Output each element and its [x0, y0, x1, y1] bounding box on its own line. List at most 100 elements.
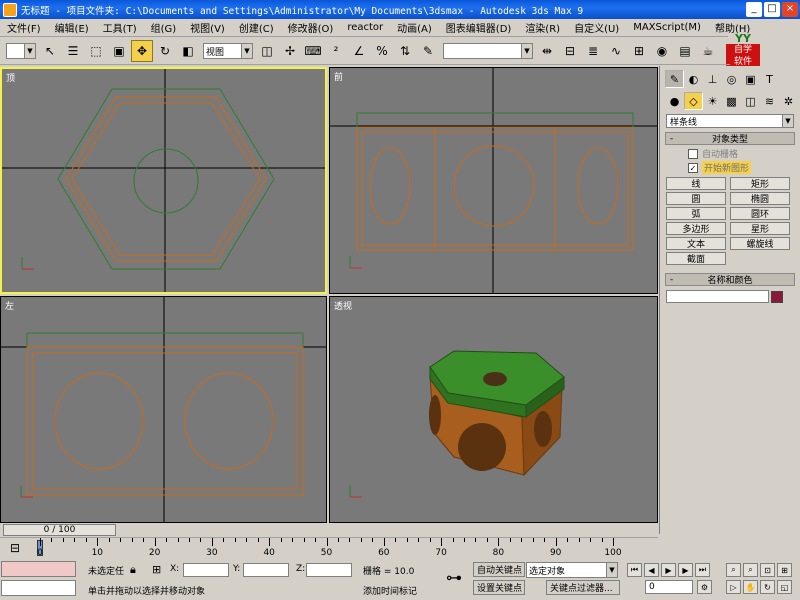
shape-type-dropdown[interactable]: 样条线 ▼	[666, 114, 794, 128]
window-crossing-icon[interactable]: ▣	[108, 40, 130, 62]
snaps-toggle-icon[interactable]: ²	[325, 40, 347, 62]
circle-button[interactable]: 圆	[666, 192, 726, 205]
app-icon[interactable]	[3, 2, 17, 17]
schematic-view-icon[interactable]: ⊞	[628, 40, 650, 62]
trackbar[interactable]: ⊟ 0 10 20 30 40 50 60 70 80 90 100	[0, 537, 658, 559]
named-selection-dropdown[interactable]: ▼	[443, 43, 533, 59]
menu-reactor[interactable]: reactor	[340, 22, 390, 33]
object-name-field[interactable]	[666, 290, 769, 303]
viewport-label[interactable]: 顶	[6, 71, 15, 84]
viewport-left[interactable]: 左	[0, 296, 327, 523]
set-key-button[interactable]: 设置关键点	[473, 580, 525, 595]
time-config-icon[interactable]: ⚙	[697, 580, 712, 594]
helpers-icon[interactable]: ◫	[741, 92, 760, 110]
render-scene-icon[interactable]: ▤	[674, 40, 696, 62]
menu-views[interactable]: 视图(V)	[183, 20, 232, 35]
ellipse-button[interactable]: 椭圆	[730, 192, 790, 205]
select-and-rotate-icon[interactable]: ↻	[154, 40, 176, 62]
angle-snap-icon[interactable]: ∠	[348, 40, 370, 62]
select-and-scale-icon[interactable]: ◧	[177, 40, 199, 62]
donut-button[interactable]: 圆环	[730, 207, 790, 220]
modify-tab-icon[interactable]: ◐	[684, 70, 703, 88]
viewport-perspective[interactable]: 透视	[329, 296, 658, 523]
key-mode-icon[interactable]: ⊟	[10, 541, 20, 555]
cameras-icon[interactable]: ▩	[722, 92, 741, 110]
utilities-tab-icon[interactable]: T	[760, 70, 779, 88]
menu-customize[interactable]: 自定义(U)	[567, 20, 626, 35]
text-button[interactable]: 文本	[666, 237, 726, 250]
z-coord-field[interactable]	[306, 563, 352, 577]
maximize-viewport-icon[interactable]: ◱	[777, 580, 792, 594]
current-frame-field[interactable]: 0	[645, 580, 693, 594]
zoom-extents-all-icon[interactable]: ⊞	[777, 563, 792, 577]
section-button[interactable]: 截面	[666, 252, 726, 265]
key-icon[interactable]: ⊶	[446, 568, 462, 587]
rect-selection-icon[interactable]: ⬚	[85, 40, 107, 62]
ngon-button[interactable]: 多边形	[666, 222, 726, 235]
select-and-move-icon[interactable]: ✥	[131, 40, 153, 62]
arc-button[interactable]: 弧	[666, 207, 726, 220]
viewport-label[interactable]: 前	[334, 70, 343, 83]
menu-group[interactable]: 组(G)	[144, 20, 184, 35]
zoom-extents-icon[interactable]: ⊡	[760, 563, 775, 577]
menu-graph-editors[interactable]: 图表编辑器(D)	[439, 20, 519, 35]
maximize-button[interactable]: □	[764, 2, 780, 17]
pan-icon[interactable]: ✋	[743, 580, 758, 594]
goto-end-icon[interactable]: ⏭	[695, 563, 710, 577]
curve-editor-icon[interactable]: ∿	[605, 40, 627, 62]
goto-start-icon[interactable]: ⏮	[627, 563, 642, 577]
keyboard-shortcut-icon[interactable]: ⌨	[302, 40, 324, 62]
menu-tools[interactable]: 工具(T)	[96, 20, 144, 35]
display-tab-icon[interactable]: ▣	[741, 70, 760, 88]
key-filter-selection-dropdown[interactable]: 选定对象 ▼	[526, 562, 618, 578]
manipulate-icon[interactable]: ✢	[279, 40, 301, 62]
geometry-icon[interactable]: ●	[665, 92, 684, 110]
spinner-snap-icon[interactable]: ⇅	[394, 40, 416, 62]
auto-key-button[interactable]: 自动关键点	[473, 562, 525, 577]
select-by-name-icon[interactable]: ☰	[62, 40, 84, 62]
menu-maxscript[interactable]: MAXScript(M)	[626, 22, 708, 33]
auto-grid-checkbox[interactable]: 自动栅格	[688, 147, 800, 160]
viewport-front[interactable]: 前	[329, 67, 658, 294]
space-warps-icon[interactable]: ≋	[760, 92, 779, 110]
object-color-swatch[interactable]	[771, 290, 783, 303]
y-coord-field[interactable]	[243, 563, 289, 577]
lights-icon[interactable]: ☀	[703, 92, 722, 110]
maxscript-listener-mini[interactable]	[1, 561, 76, 577]
menu-create[interactable]: 创建(C)	[232, 20, 281, 35]
next-frame-icon[interactable]: ▶	[678, 563, 693, 577]
maxscript-input-mini[interactable]	[1, 580, 76, 596]
time-slider-thumb[interactable]: 0 / 100	[3, 524, 116, 536]
pivot-center-icon[interactable]: ◫	[256, 40, 278, 62]
menu-rendering[interactable]: 渲染(R)	[518, 20, 567, 35]
object-type-rollout[interactable]: - 对象类型	[665, 132, 795, 145]
menu-modifiers[interactable]: 修改器(O)	[281, 20, 341, 35]
hierarchy-tab-icon[interactable]: ⊥	[703, 70, 722, 88]
name-color-rollout[interactable]: - 名称和颜色	[665, 273, 795, 286]
lock-selection-icon[interactable]: 🔒︎	[130, 563, 136, 577]
systems-icon[interactable]: ✲	[779, 92, 798, 110]
absolute-mode-icon[interactable]: ⊞	[152, 563, 161, 576]
select-object-icon[interactable]: ↖	[39, 40, 61, 62]
mirror-icon[interactable]: ⇹	[536, 40, 558, 62]
helix-button[interactable]: 螺旋线	[730, 237, 790, 250]
time-slider[interactable]: 0 / 100	[0, 523, 658, 537]
selection-filter-dropdown[interactable]: ▼	[6, 43, 36, 59]
zoom-icon[interactable]: ⌕	[726, 563, 741, 577]
viewport-label[interactable]: 透视	[334, 299, 352, 312]
close-button[interactable]: ×	[782, 2, 798, 17]
line-button[interactable]: 线	[666, 177, 726, 190]
zoom-all-icon[interactable]: ⌕	[743, 563, 758, 577]
menu-file[interactable]: 文件(F)	[0, 20, 48, 35]
viewport-top[interactable]: 顶	[0, 67, 327, 294]
quick-render-icon[interactable]: ☕	[697, 40, 719, 62]
previous-frame-icon[interactable]: ◀	[644, 563, 659, 577]
align-icon[interactable]: ⊟	[559, 40, 581, 62]
x-coord-field[interactable]	[183, 563, 229, 577]
percent-snap-icon[interactable]: %	[371, 40, 393, 62]
start-new-shape-checkbox[interactable]: ✓ 开始新图形	[688, 161, 800, 174]
play-icon[interactable]: ▶	[661, 563, 676, 577]
menu-animation[interactable]: 动画(A)	[390, 20, 439, 35]
material-editor-icon[interactable]: ◉	[651, 40, 673, 62]
orbit-icon[interactable]: ↻	[760, 580, 775, 594]
